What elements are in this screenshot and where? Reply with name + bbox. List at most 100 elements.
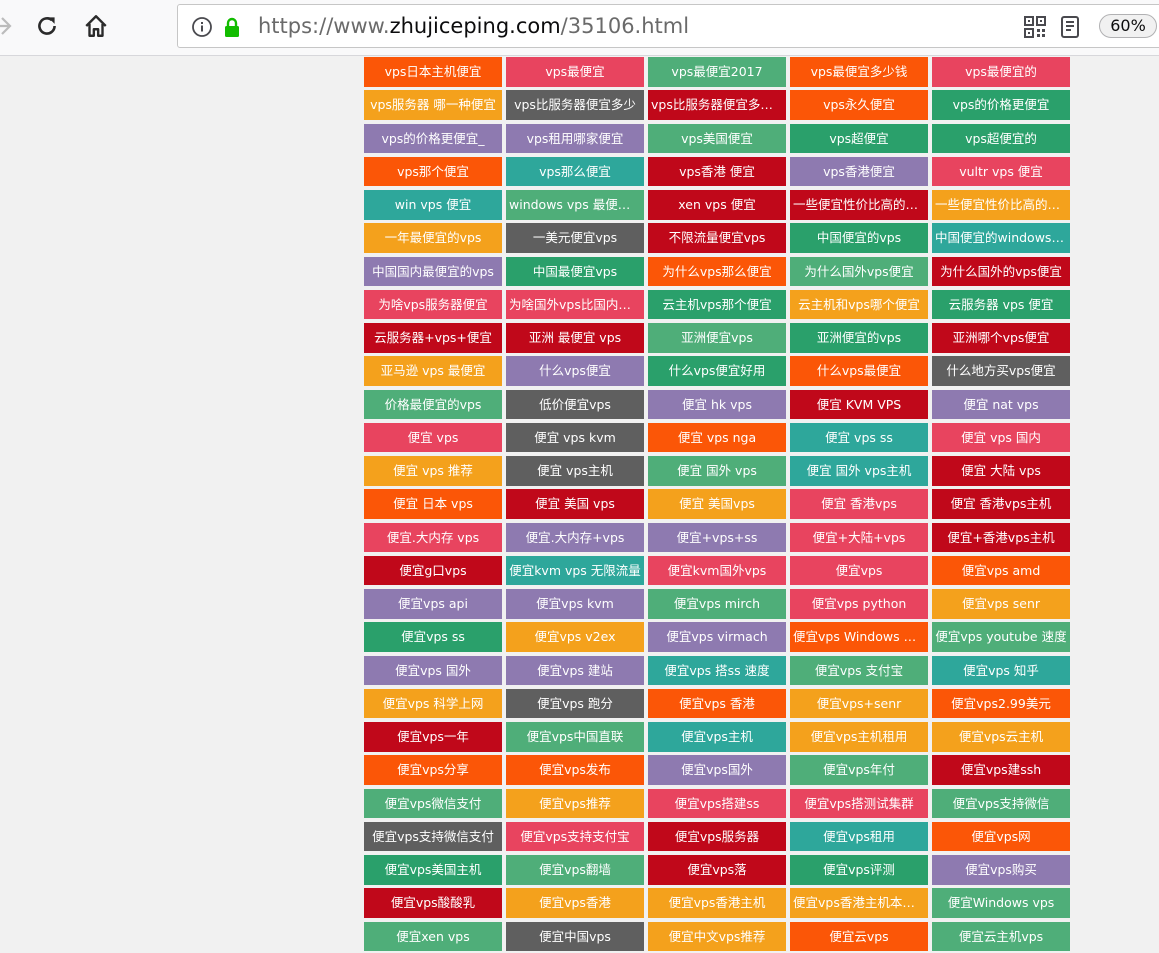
tag-link[interactable]: 便宜.大内存 vps — [364, 522, 502, 552]
tag-link[interactable]: 便宜vps酸酸乳 — [364, 888, 502, 918]
tag-link[interactable]: 便宜vps支持支付宝 — [506, 821, 644, 852]
tag-link[interactable]: 一些便宜性价比高的vps — [790, 190, 928, 220]
tag-link[interactable]: 便宜中国vps — [506, 921, 644, 951]
tag-link[interactable]: 便宜vps一年 — [364, 722, 502, 752]
tag-link[interactable]: 便宜vps mirch — [648, 589, 786, 619]
tag-link[interactable]: 亚洲 最便宜 vps — [506, 323, 644, 353]
tag-link[interactable]: 便宜 国外 vps主机 — [790, 456, 928, 486]
tag-link[interactable]: 云主机vps那个便宜 — [648, 289, 786, 320]
tag-link[interactable]: 便宜 vps 推荐 — [364, 456, 502, 486]
tag-link[interactable]: 便宜vps python — [790, 589, 928, 619]
tag-link[interactable]: 中国便宜的windows vps — [932, 223, 1070, 253]
back-button[interactable] — [0, 10, 20, 42]
tag-link[interactable]: 便宜vps主机租用 — [790, 722, 928, 752]
qr-code-icon[interactable] — [1023, 15, 1047, 39]
tag-link[interactable]: 便宜vps 建站 — [506, 655, 644, 685]
tag-link[interactable]: 便宜.大内存+vps — [506, 522, 644, 552]
tag-link[interactable]: vps超便宜 — [790, 123, 928, 153]
tag-link[interactable]: 便宜vps购买 — [932, 855, 1070, 885]
tag-link[interactable]: 便宜vps中国直联 — [506, 722, 644, 752]
tag-link[interactable]: 便宜 nat vps — [932, 389, 1070, 419]
tag-link[interactable]: 便宜vps 搭ss 速度 — [648, 655, 786, 685]
tag-link[interactable]: 便宜vps 国外 — [364, 655, 502, 685]
tag-link[interactable]: 便宜 vps — [364, 422, 502, 453]
tag-link[interactable]: 便宜vps建ssh — [932, 755, 1070, 785]
tag-link[interactable]: 为啥国外vps比国内便宜 — [506, 289, 644, 320]
tag-link[interactable]: 便宜vps香港主机本地测试 — [790, 888, 928, 918]
tag-link[interactable]: 便宜vps翻墙 — [506, 855, 644, 885]
tag-link[interactable]: 便宜xen vps — [364, 921, 502, 951]
tag-link[interactable]: 便宜vps支持微信支付 — [364, 821, 502, 852]
tag-link[interactable]: 便宜vps+senr — [790, 688, 928, 719]
tag-link[interactable]: 为什么国外的vps便宜 — [932, 256, 1070, 286]
tag-link[interactable]: vps租用哪家便宜 — [506, 123, 644, 153]
info-icon[interactable] — [190, 15, 214, 39]
tag-link[interactable]: 便宜vps amd — [932, 555, 1070, 586]
tag-link[interactable]: vps日本主机便宜 — [364, 57, 502, 87]
tag-link[interactable]: 低价便宜vps — [506, 389, 644, 419]
tag-link[interactable]: 便宜云vps — [790, 921, 928, 951]
tag-link[interactable]: 便宜vps 科学上网 — [364, 688, 502, 719]
tag-link[interactable]: 便宜vps分享 — [364, 755, 502, 785]
tag-link[interactable]: 便宜vps kvm — [506, 589, 644, 619]
tag-link[interactable]: vps的价格更便宜 — [932, 90, 1070, 120]
tag-link[interactable]: 便宜 美国vps — [648, 489, 786, 519]
tag-link[interactable]: 便宜+香港vps主机 — [932, 522, 1070, 552]
tag-link[interactable]: 便宜vps Windows 日本 — [790, 622, 928, 652]
tag-link[interactable]: win vps 便宜 — [364, 190, 502, 220]
tag-link[interactable]: 便宜 vps kvm — [506, 422, 644, 453]
tag-link[interactable]: xen vps 便宜 — [648, 190, 786, 220]
tag-link[interactable]: vps最便宜2017 — [648, 57, 786, 87]
tag-link[interactable]: 便宜kvm vps 无限流量 — [506, 555, 644, 586]
tag-link[interactable]: vultr vps 便宜 — [932, 156, 1070, 187]
tag-link[interactable]: 便宜vps年付 — [790, 755, 928, 785]
tag-link[interactable]: 便宜vps搭建ss — [648, 788, 786, 818]
tag-link[interactable]: 亚洲便宜的vps — [790, 323, 928, 353]
tag-link[interactable]: vps的价格更便宜_ — [364, 123, 502, 153]
tag-link[interactable]: 便宜vps评测 — [790, 855, 928, 885]
tag-link[interactable]: 便宜 KVM VPS — [790, 389, 928, 419]
reload-button[interactable] — [31, 10, 63, 42]
tag-link[interactable]: 便宜+大陆+vps — [790, 522, 928, 552]
tag-link[interactable]: 亚马逊 vps 最便宜 — [364, 356, 502, 386]
tag-link[interactable]: 便宜中文vps推荐 — [648, 921, 786, 951]
tag-link[interactable]: 便宜 hk vps — [648, 389, 786, 419]
tag-link[interactable]: vps最便宜 — [506, 57, 644, 87]
tag-link[interactable]: vps永久便宜 — [790, 90, 928, 120]
tag-link[interactable]: 便宜vps 知乎 — [932, 655, 1070, 685]
tag-link[interactable]: vps香港便宜 — [790, 156, 928, 187]
url-text[interactable]: https://www.zhujiceping.com/35106.html — [258, 5, 689, 47]
tag-link[interactable]: 便宜vps2.99美元 — [932, 688, 1070, 719]
tag-link[interactable]: 便宜 vps 国内 — [932, 422, 1070, 453]
tag-link[interactable]: 便宜 日本 vps — [364, 489, 502, 519]
tag-link[interactable]: 便宜云主机vps — [932, 921, 1070, 951]
tag-link[interactable]: 价格最便宜的vps — [364, 389, 502, 419]
tag-link[interactable]: 云主机和vps哪个便宜 — [790, 289, 928, 320]
tag-link[interactable]: 便宜vps香港 — [506, 888, 644, 918]
tag-link[interactable]: 中国便宜的vps — [790, 223, 928, 253]
tag-link[interactable]: 便宜vps支持微信 — [932, 788, 1070, 818]
tag-link[interactable]: 便宜 香港vps主机 — [932, 489, 1070, 519]
tag-link[interactable]: 不限流量便宜vps — [648, 223, 786, 253]
tag-link[interactable]: 便宜vps推荐 — [506, 788, 644, 818]
tag-link[interactable]: 便宜vps — [790, 555, 928, 586]
tag-link[interactable]: 便宜 vps主机 — [506, 456, 644, 486]
tag-link[interactable]: 云服务器 vps 便宜 — [932, 289, 1070, 320]
tag-link[interactable]: windows vps 最便宜的 — [506, 190, 644, 220]
tag-link[interactable]: 便宜vps ss — [364, 622, 502, 652]
tag-link[interactable]: 便宜 香港vps — [790, 489, 928, 519]
tag-link[interactable]: 亚洲便宜vps — [648, 323, 786, 353]
reader-view-icon[interactable] — [1058, 15, 1082, 39]
tag-link[interactable]: 一年最便宜的vps — [364, 223, 502, 253]
tag-link[interactable]: 便宜vps云主机 — [932, 722, 1070, 752]
tag-link[interactable]: 一美元便宜vps — [506, 223, 644, 253]
tag-link[interactable]: vps超便宜的 — [932, 123, 1070, 153]
tag-link[interactable]: 便宜Windows vps — [932, 888, 1070, 918]
tag-link[interactable]: 为什么国外vps便宜 — [790, 256, 928, 286]
tag-link[interactable]: 便宜vps香港主机 — [648, 888, 786, 918]
tag-link[interactable]: 便宜vps 跑分 — [506, 688, 644, 719]
tag-link[interactable]: 便宜 美国 vps — [506, 489, 644, 519]
tag-link[interactable]: vps美国便宜 — [648, 123, 786, 153]
tag-link[interactable]: 为什么vps那么便宜 — [648, 256, 786, 286]
tag-link[interactable]: vps比服务器便宜多少 — [506, 90, 644, 120]
